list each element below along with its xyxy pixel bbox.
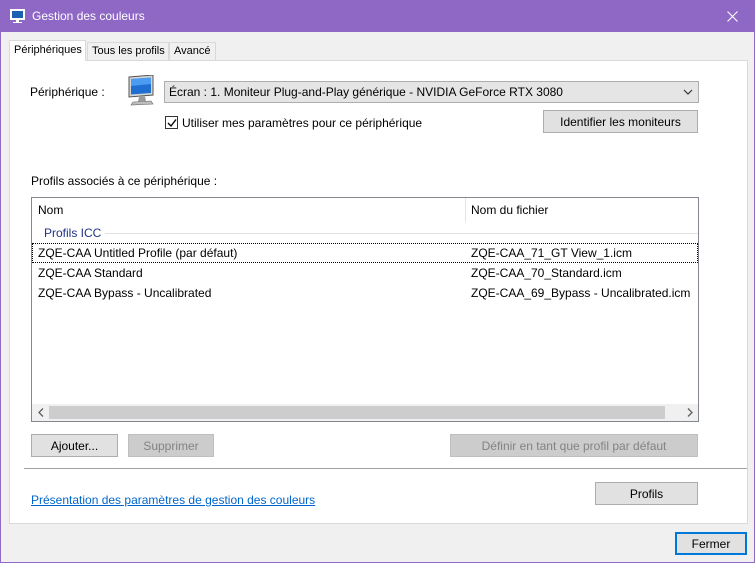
device-select-value: Écran : 1. Moniteur Plug-and-Play généri… bbox=[169, 85, 563, 99]
scroll-right-button[interactable] bbox=[681, 404, 698, 421]
remove-profile-button[interactable]: Supprimer bbox=[128, 434, 214, 457]
tab-all-profiles[interactable]: Tous les profils bbox=[87, 42, 169, 60]
device-select[interactable]: Écran : 1. Moniteur Plug-and-Play généri… bbox=[164, 81, 699, 103]
color-management-overview-link[interactable]: Présentation des paramètres de gestion d… bbox=[31, 493, 315, 507]
close-icon bbox=[726, 11, 738, 22]
identify-monitors-button[interactable]: Identifier les moniteurs bbox=[543, 110, 698, 133]
title-bar[interactable]: Gestion des couleurs bbox=[1, 1, 754, 32]
column-header-filename[interactable]: Nom du fichier bbox=[471, 203, 548, 217]
device-label: Périphérique : bbox=[30, 85, 105, 99]
tab-devices[interactable]: Périphériques bbox=[9, 40, 86, 61]
chevron-right-icon bbox=[687, 408, 693, 417]
profiles-button[interactable]: Profils bbox=[595, 482, 698, 505]
table-row[interactable]: ZQE-CAA Untitled Profile (par défaut) ZQ… bbox=[32, 243, 698, 263]
add-profile-button[interactable]: Ajouter... bbox=[31, 434, 118, 457]
chevron-down-icon bbox=[683, 89, 693, 95]
row-name: ZQE-CAA Untitled Profile (par défaut) bbox=[38, 246, 238, 260]
monitor-icon bbox=[128, 75, 154, 106]
color-management-window: Gestion des couleurs Périphériques Tous … bbox=[0, 0, 755, 563]
row-name: ZQE-CAA Bypass - Uncalibrated bbox=[38, 286, 212, 300]
row-filename: ZQE-CAA_71_GT View_1.icm bbox=[471, 246, 632, 260]
scroll-left-button[interactable] bbox=[32, 404, 49, 421]
horizontal-scrollbar[interactable] bbox=[32, 404, 698, 421]
chevron-left-icon bbox=[37, 408, 43, 417]
checkmark-icon bbox=[167, 119, 177, 128]
set-default-profile-button[interactable]: Définir en tant que profil par défaut bbox=[450, 434, 698, 457]
group-header-icc: Profils ICC bbox=[44, 226, 102, 240]
tab-advanced[interactable]: Avancé bbox=[169, 42, 216, 60]
column-header-name[interactable]: Nom bbox=[38, 203, 63, 217]
row-name: ZQE-CAA Standard bbox=[38, 266, 143, 280]
close-button[interactable]: Fermer bbox=[675, 532, 747, 555]
table-row[interactable]: ZQE-CAA Standard ZQE-CAA_70_Standard.icm bbox=[32, 263, 698, 283]
scroll-thumb[interactable] bbox=[49, 406, 665, 419]
column-divider[interactable] bbox=[465, 198, 466, 222]
window-title: Gestion des couleurs bbox=[32, 9, 145, 23]
row-filename: ZQE-CAA_69_Bypass - Uncalibrated.icm bbox=[471, 286, 691, 300]
use-my-settings-checkbox[interactable] bbox=[165, 116, 178, 129]
devices-panel: Périphérique : Écran : 1. Moniteur Plug-… bbox=[9, 60, 748, 524]
list-header: Nom Nom du fichier bbox=[32, 198, 698, 222]
section-divider bbox=[24, 468, 747, 469]
table-row[interactable]: ZQE-CAA Bypass - Uncalibrated ZQE-CAA_69… bbox=[32, 283, 698, 303]
color-management-app-icon bbox=[10, 9, 25, 23]
group-divider bbox=[105, 233, 698, 234]
associated-profiles-label: Profils associés à ce périphérique : bbox=[31, 174, 218, 188]
row-filename: ZQE-CAA_70_Standard.icm bbox=[471, 266, 622, 280]
close-window-button[interactable] bbox=[710, 1, 754, 32]
use-my-settings-label[interactable]: Utiliser mes paramètres pour ce périphér… bbox=[182, 116, 422, 130]
profiles-list[interactable]: Nom Nom du fichier Profils ICC ZQE-CAA U… bbox=[31, 197, 699, 422]
